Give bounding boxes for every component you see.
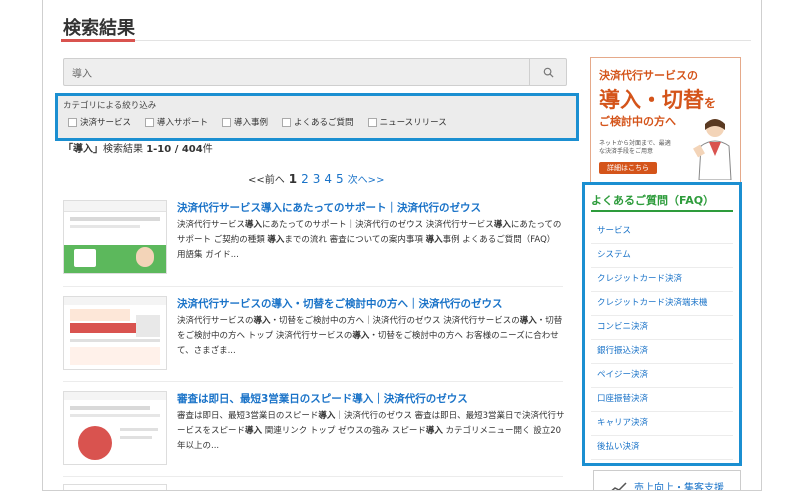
result-title-link[interactable]: 決済代行サービスの導入・切替をご検討中の方へ｜決済代行のゼウス [177, 296, 503, 311]
result-divider [63, 286, 563, 287]
banner-line4: ネットから対面まで、最適な決済手段をご用意 [599, 140, 671, 155]
pagination-next[interactable]: 次へ>> [348, 171, 385, 186]
person-illustration-icon [693, 119, 732, 180]
result-title-link[interactable]: 決済代行サービス導入にあたってのサポート｜決済代行のゼウス [177, 200, 481, 215]
filter-option-support[interactable]: 導入サポート [145, 116, 208, 128]
checkbox[interactable] [222, 117, 232, 127]
faq-item-deferred-payment[interactable]: 後払い決済 [591, 436, 733, 460]
filter-option-payment-service[interactable]: 決済サービス [68, 116, 131, 128]
filter-option-case-study[interactable]: 導入事例 [222, 116, 268, 128]
result-count-suffix: 件 [202, 144, 213, 155]
faq-item-account-transfer[interactable]: 口座振替決済 [591, 388, 733, 412]
result-thumbnail-partial [63, 484, 167, 490]
search-icon [543, 67, 554, 78]
category-filter: カテゴリによる絞り込み 決済サービス 導入サポート 導入事例 よくあるご質問 ニ… [55, 93, 579, 141]
result-divider [63, 476, 563, 477]
faq-item-convenience-store[interactable]: コンビニ決済 [591, 316, 733, 340]
result-count-range: 1-10 / 404 [146, 144, 203, 155]
pagination-page[interactable]: 5 [336, 172, 344, 186]
result-snippet: 審査は即日、最短3営業日のスピード導入｜決済代行のゼウス 審査は即日、最短3営業… [177, 411, 565, 451]
faq-title-underline [591, 210, 733, 212]
faq-item-credit-card[interactable]: クレジットカード決済 [591, 268, 733, 292]
banner-detail-button[interactable]: 詳細はこちら [599, 162, 657, 174]
search-result: 決済代行サービス導入にあたってのサポート｜決済代行のゼウス 決済代行サービス導入… [63, 200, 563, 288]
result-count: 「導入」検索結果 1-10 / 404件 [63, 140, 213, 155]
sales-support-label: 売上向上・集客支援 [634, 483, 724, 491]
pagination-prev[interactable]: <<前へ [248, 171, 285, 186]
result-snippet: 決済代行サービス導入にあたってのサポート｜決済代行のゼウス 決済代行サービス導入… [177, 220, 562, 260]
banner-line1: 決済代行サービスの [599, 69, 698, 82]
result-title-link[interactable]: 審査は即日、最短3営業日のスピード導入｜決済代行のゼウス [177, 391, 468, 406]
banner-line3: ご検討中の方へ [599, 115, 676, 128]
pagination: <<前へ 1 2 3 4 5 次へ>> [248, 171, 384, 186]
faq-item-service[interactable]: サービス [591, 220, 733, 244]
page-title: 検索結果 [63, 18, 135, 39]
faq-item-system[interactable]: システム [591, 244, 733, 268]
page-frame: 検索結果 カテゴリによる絞り込み 決済サービス 導入サポート 導入事例 よくある… [42, 0, 762, 491]
search-result: 決済代行サービスの導入・切替をご検討中の方へ｜決済代行のゼウス 決済代行サービス… [63, 296, 563, 384]
filter-option-faq[interactable]: よくあるご質問 [282, 116, 354, 128]
search-button[interactable] [529, 59, 566, 85]
result-count-query: 「導入」 [63, 144, 103, 155]
result-thumbnail[interactable] [63, 296, 167, 370]
result-snippet: 決済代行サービスの導入・切替をご検討中の方へ｜決済代行のゼウス 決済代行サービス… [177, 316, 563, 356]
faq-item-bank-transfer[interactable]: 銀行振込決済 [591, 340, 733, 364]
faq-sidebar: よくあるご質問（FAQ） サービス システム クレジットカード決済 クレジットカ… [582, 182, 742, 466]
faq-item-carrier[interactable]: キャリア決済 [591, 412, 733, 436]
sales-support-banner[interactable]: 売上向上・集客支援 [593, 470, 741, 491]
pagination-page[interactable]: 2 [301, 172, 309, 186]
pagination-current: 1 [288, 172, 298, 186]
pagination-page[interactable]: 4 [324, 172, 332, 186]
chart-icon [608, 479, 628, 490]
checkbox[interactable] [145, 117, 155, 127]
pagination-page[interactable]: 3 [313, 172, 321, 186]
filter-heading: カテゴリによる絞り込み [63, 101, 157, 111]
checkbox[interactable] [367, 117, 377, 127]
faq-title: よくあるご質問（FAQ） [591, 194, 715, 207]
faq-item-payeasy[interactable]: ペイジー決済 [591, 364, 733, 388]
checkbox[interactable] [282, 117, 292, 127]
result-count-label: 検索結果 [103, 144, 143, 155]
search-bar [63, 58, 567, 86]
faq-item-card-terminal[interactable]: クレジットカード決済端末機 [591, 292, 733, 316]
result-divider [63, 381, 563, 382]
title-accent [61, 39, 135, 42]
banner-line2: 導入・切替を [599, 88, 717, 112]
title-divider [61, 40, 751, 41]
checkbox[interactable] [68, 117, 77, 127]
search-input[interactable] [64, 59, 540, 85]
sidebar-banner[interactable]: 決済代行サービスの 導入・切替を ご検討中の方へ ネットから対面まで、最適な決済… [590, 57, 741, 183]
search-result: 審査は即日、最短3営業日のスピード導入｜決済代行のゼウス 審査は即日、最短3営業… [63, 391, 565, 479]
result-thumbnail[interactable] [63, 391, 167, 465]
result-thumbnail[interactable] [63, 200, 167, 274]
filter-option-news[interactable]: ニュースリリース [367, 116, 447, 128]
